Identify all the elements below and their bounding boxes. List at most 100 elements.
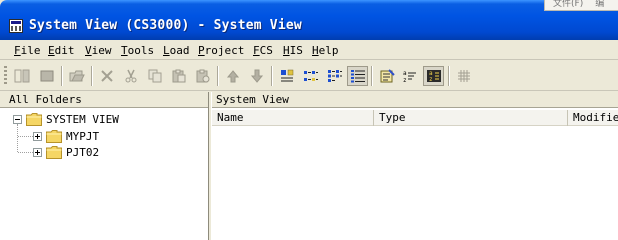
folder-tree-header: All Folders	[0, 92, 208, 108]
window-title: System View (CS3000) - System View	[29, 18, 302, 33]
title-bar[interactable]: System View (CS3000) - System View	[0, 0, 618, 40]
dual-window-icon	[14, 69, 29, 83]
menu-project-accel: P	[198, 44, 205, 57]
app-icon[interactable]	[9, 19, 23, 33]
sort-ascending-button[interactable]: az	[399, 66, 420, 86]
svg-text:z: z	[429, 76, 433, 83]
contents-pane[interactable]: System View Name Type Modified	[211, 92, 618, 240]
menu-view[interactable]: View	[85, 44, 112, 57]
list-view-button[interactable]	[324, 66, 345, 86]
expand-toggle[interactable]	[33, 147, 42, 157]
menu-load[interactable]: Load	[163, 44, 190, 57]
menu-fcs-accel: F	[253, 44, 260, 57]
sort-ascending-icon: az	[403, 70, 416, 83]
move-down-button[interactable]	[246, 66, 267, 86]
menu-file[interactable]: File	[14, 44, 41, 57]
move-down-icon	[250, 69, 263, 83]
toolbar-separator	[448, 66, 450, 86]
menu-load-rest: oad	[169, 44, 190, 57]
background-menu-file[interactable]: 文件(F)	[553, 0, 583, 9]
tree-connector	[18, 136, 33, 137]
folder-tree-pane[interactable]: All Folders SYSTEM VIEW MYPJT PJT02	[0, 92, 209, 240]
contents-header: System View	[212, 92, 618, 108]
menu-project-rest: roject	[204, 44, 245, 57]
menu-file-rest: ile	[20, 44, 41, 57]
cut-button[interactable]	[120, 66, 141, 86]
tree-label: MYPJT	[66, 129, 100, 143]
list-column-headers: Name Type Modified	[212, 110, 618, 126]
menu-help-rest: elp	[318, 44, 339, 57]
menu-project[interactable]: Project	[198, 44, 244, 57]
paste-special-button[interactable]	[192, 66, 213, 86]
cut-icon	[125, 69, 136, 83]
tree-node-pjt02[interactable]: PJT02	[33, 144, 99, 160]
menu-help[interactable]: Help	[312, 44, 339, 57]
stop-button[interactable]	[36, 66, 57, 86]
menu-view-rest: iew	[91, 44, 112, 57]
stop-icon	[40, 70, 53, 82]
small-icons-button[interactable]	[300, 66, 321, 86]
toolbar-separator	[371, 66, 373, 86]
large-icons-button[interactable]	[276, 66, 297, 86]
menu-tools-accel: T	[121, 44, 128, 57]
properties-button[interactable]	[376, 66, 397, 86]
toolbar-separator	[61, 66, 63, 86]
paste-icon	[172, 69, 185, 83]
menu-his-accel: H	[283, 44, 290, 57]
menu-help-accel: H	[312, 44, 319, 57]
tree-label: SYSTEM VIEW	[46, 112, 119, 126]
tree-connector	[18, 152, 33, 153]
expand-toggle[interactable]	[33, 131, 42, 141]
properties-icon	[380, 69, 395, 83]
large-icons-view-icon	[280, 69, 293, 82]
folder-icon	[46, 145, 62, 159]
svg-text:a: a	[403, 70, 407, 77]
toolbar-grip[interactable]	[4, 66, 7, 86]
paste-special-icon	[196, 69, 209, 83]
grid-button[interactable]	[453, 66, 474, 86]
list-view-icon	[327, 70, 342, 82]
column-header-type[interactable]: Type	[374, 110, 568, 126]
menu-fcs[interactable]: FCS	[253, 44, 273, 57]
delete-icon	[100, 70, 113, 82]
tree-node-mypjt[interactable]: MYPJT	[33, 128, 99, 144]
svg-text:z: z	[403, 77, 407, 83]
small-icons-view-icon	[303, 71, 318, 81]
menu-his-rest: IS	[289, 44, 303, 57]
toolbar-separator	[271, 66, 273, 86]
folder-open-icon	[26, 112, 42, 126]
column-header-name[interactable]: Name	[212, 110, 374, 126]
menu-tools[interactable]: Tools	[121, 44, 154, 57]
move-up-icon	[226, 70, 239, 83]
dual-window-button[interactable]	[11, 66, 32, 86]
tree-node-system-view[interactable]: SYSTEM VIEW	[13, 111, 119, 127]
menu-tools-rest: ools	[127, 44, 155, 57]
menu-file-accel: F	[14, 44, 21, 57]
open-folder-icon	[69, 70, 85, 82]
tree-label: PJT02	[66, 145, 100, 159]
background-menu-edit[interactable]: 编	[595, 0, 604, 9]
sort-descending-icon: az	[426, 70, 441, 83]
toolbar-separator	[91, 66, 93, 86]
paste-button[interactable]	[168, 66, 189, 86]
menu-edit[interactable]: Edit	[48, 44, 75, 57]
folder-icon	[46, 129, 62, 143]
column-header-modified[interactable]: Modified	[568, 110, 618, 126]
collapse-toggle[interactable]	[13, 114, 22, 124]
grid-icon	[457, 70, 470, 82]
menu-edit-rest: dit	[54, 44, 75, 57]
menu-load-accel: L	[163, 44, 170, 57]
copy-icon	[148, 69, 161, 83]
menu-his[interactable]: HIS	[283, 44, 303, 57]
delete-button[interactable]	[96, 66, 117, 86]
open-button[interactable]	[66, 66, 87, 86]
toolbar-separator	[217, 66, 219, 86]
move-up-button[interactable]	[222, 66, 243, 86]
sort-descending-button[interactable]: az	[423, 66, 444, 86]
menu-bar: File Edit View Tools Load Project FCS HI…	[0, 40, 618, 60]
copy-button[interactable]	[144, 66, 165, 86]
details-view-button[interactable]	[347, 66, 368, 86]
background-window-menubar[interactable]: 文件(F) 编	[544, 0, 618, 11]
menu-view-accel: V	[85, 44, 92, 57]
tree-connector	[17, 124, 18, 152]
